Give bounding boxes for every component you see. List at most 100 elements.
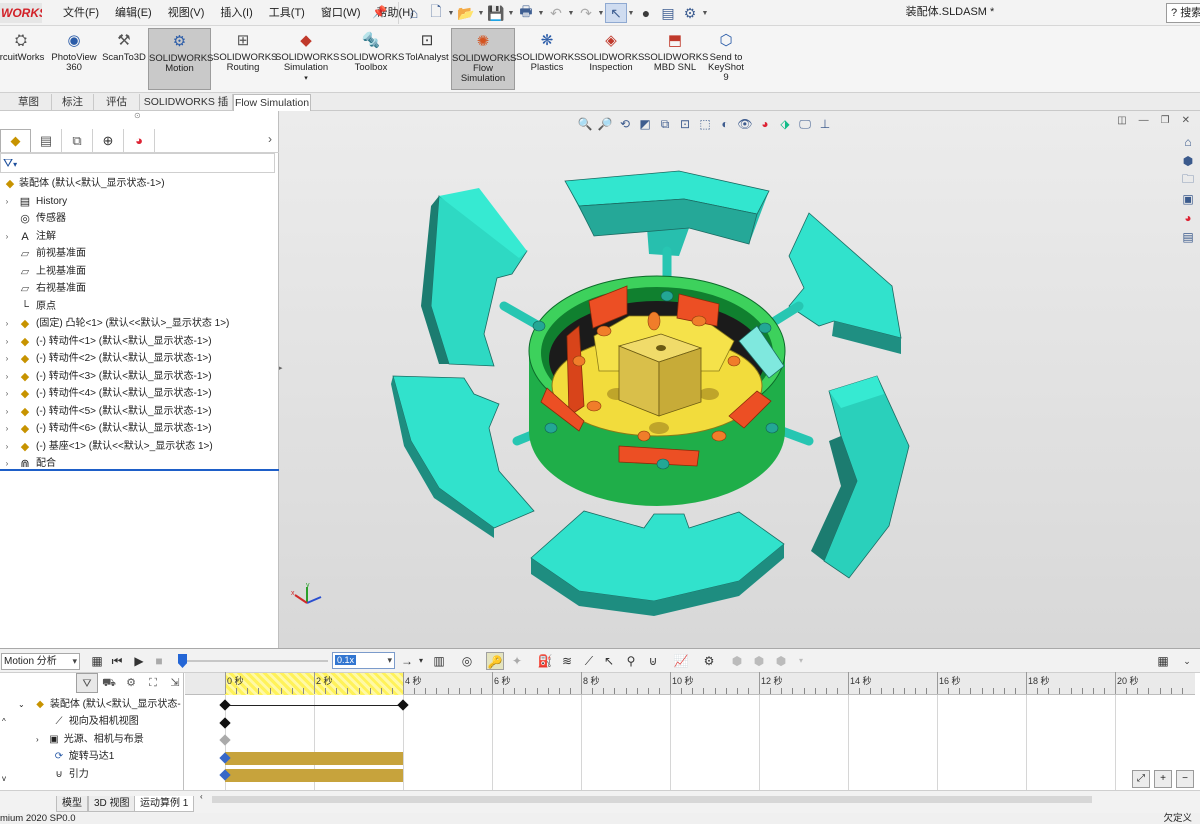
study-type-select[interactable]: Motion 分析	[1, 653, 80, 670]
menu-tools[interactable]: 工具(T)	[261, 0, 313, 26]
tab-sketch[interactable]: 草图	[6, 94, 52, 111]
previous-view-icon[interactable]: ⟲	[615, 114, 635, 134]
traffic-light-icon[interactable]: ●	[635, 3, 657, 23]
zoom-to-fit-icon[interactable]: ⤢	[1132, 770, 1150, 788]
restore-icon[interactable]: ❐	[1161, 115, 1170, 126]
add-key-icon[interactable]: ✦	[508, 652, 526, 670]
stop-icon[interactable]: ■	[150, 652, 168, 670]
chevron-down-icon[interactable]: ▼	[477, 10, 485, 17]
tab-markup[interactable]: 标注	[52, 94, 94, 111]
print-icon[interactable]: 🖶	[515, 3, 537, 23]
tree-item[interactable]: › ◆ (固定) 凸轮<1> (默认<<默认>_显示状态 1>)	[0, 315, 279, 333]
motion-timeline[interactable]: 0 秒2 秒4 秒6 秒8 秒 10 秒 12 秒 14 秒 16 秒 18 秒 20 秒 …	[185, 672, 1200, 790]
tab-flow-simulation[interactable]: Flow Simulation	[233, 94, 311, 111]
playback-speed-select[interactable]: 0.1x	[332, 652, 395, 669]
chevron-right-icon[interactable]: ›	[2, 403, 12, 421]
key-point[interactable]	[219, 734, 231, 746]
tab-motion-study-1[interactable]: 运动算例 1	[134, 796, 195, 812]
redo-icon[interactable]: ↷	[575, 3, 597, 23]
autokey-icon[interactable]: 🔑	[486, 652, 504, 670]
key-point[interactable]	[219, 699, 231, 711]
panel-grip[interactable]: ⊙	[134, 111, 141, 120]
custom-properties-icon[interactable]: ▤	[1178, 228, 1198, 246]
tree-item[interactable]: › ◆ (-) 转动件<1> (默认<默认_显示状态-1>)	[0, 333, 279, 351]
chevron-down-icon[interactable]: ▾	[792, 652, 810, 670]
cyan-segment-right-bottom[interactable]	[811, 375, 910, 579]
menu-view[interactable]: 视图(V)	[160, 0, 213, 26]
chevron-down-icon[interactable]: ⌄	[1178, 652, 1196, 670]
toolbox-button[interactable]: 🔩 SOLIDWORKS Toolbox	[340, 28, 404, 90]
restore-panel-icon[interactable]: ◫	[1117, 115, 1126, 126]
chevron-down-icon[interactable]: ▾	[412, 652, 430, 670]
simulation-setup-icon[interactable]: ⬢	[728, 652, 746, 670]
tree-item[interactable]: › ◆ (-) 转动件<2> (默认<默认_显示状态-1>)	[0, 350, 279, 368]
motion-tree-gravity[interactable]: ⊍ 引力	[52, 766, 88, 784]
appearances-icon[interactable]: ◕	[1178, 209, 1198, 227]
collapse-study-icon[interactable]: ⬢	[772, 652, 790, 670]
mbd-button[interactable]: ⬒ SOLIDWORKS MBD SNL	[644, 28, 708, 90]
new-document-icon[interactable]: 🗋	[425, 3, 447, 23]
tree-item[interactable]: ▱ 前视基准面	[0, 245, 279, 263]
file-properties-icon[interactable]: ▤	[657, 3, 679, 23]
design-library-icon[interactable]: ⬢	[1178, 152, 1198, 170]
play-from-start-icon[interactable]: ⏮	[108, 652, 126, 670]
results-plots-icon[interactable]: 📈	[672, 652, 690, 670]
key-point[interactable]	[219, 717, 231, 729]
timeline-ruler[interactable]: 0 秒 2 秒 4 秒 6 秒 8 秒 10 秒 12 秒 14 秒 16 秒 18 秒 20 秒	[185, 672, 1195, 695]
central-cube[interactable]	[617, 333, 703, 417]
playback-slider-track[interactable]	[183, 660, 328, 662]
tree-item[interactable]: ◎ 传感器	[0, 210, 279, 228]
motor-icon[interactable]: ⛽	[536, 652, 554, 670]
open-folder-icon[interactable]: 📂	[455, 3, 477, 23]
zoom-out-icon[interactable]: −	[1176, 770, 1194, 788]
chevron-right-icon[interactable]: ›	[2, 350, 12, 368]
motion-button[interactable]: ⚙ SOLIDWORKS Motion	[148, 28, 213, 90]
save-icon[interactable]: 💾	[485, 3, 507, 23]
property-manager-tab-icon[interactable]: ▤	[31, 129, 62, 152]
cyan-segment-left-bottom[interactable]	[391, 375, 535, 538]
flow-simulation-button[interactable]: ✺ SOLIDWORKS Flow Simulation	[451, 28, 516, 90]
section-view-icon[interactable]: ◩	[635, 114, 655, 134]
plastics-button[interactable]: ❋ SOLIDWORKS Plastics	[516, 28, 580, 90]
file-explorer-icon[interactable]: 🗀	[1178, 171, 1198, 189]
scrollbar-thumb[interactable]	[212, 796, 1092, 803]
chevron-down-icon[interactable]: ▾	[304, 75, 308, 82]
chevron-right-icon[interactable]: ›	[2, 368, 12, 386]
zoom-in-icon[interactable]: +	[1154, 770, 1172, 788]
motion-tree-view-orientation[interactable]: ⟋ 视向及相机视图	[52, 713, 139, 731]
chevron-right-icon[interactable]: ›	[36, 735, 39, 744]
cyan-segment-bottom[interactable]	[530, 510, 785, 616]
tree-item[interactable]: › ◆ (-) 转动件<6> (默认<默认_显示状态-1>)	[0, 420, 279, 438]
layout-icon[interactable]: ▦	[1154, 652, 1172, 670]
home-icon[interactable]: ⌂	[1178, 133, 1198, 151]
close-icon[interactable]: ✕	[1182, 115, 1190, 126]
inspection-button[interactable]: ◈ SOLIDWORKS Inspection	[580, 28, 644, 90]
scroll-left-icon[interactable]: ‹	[200, 792, 203, 801]
tree-item[interactable]: ▱ 右视基准面	[0, 280, 279, 298]
playback-slider-thumb[interactable]	[178, 654, 187, 668]
chevron-down-icon[interactable]: ▼	[597, 10, 605, 17]
apply-scene-icon[interactable]: ⬗	[775, 114, 795, 134]
force-icon[interactable]: ↖	[600, 652, 618, 670]
chevron-down-icon[interactable]: ▼	[447, 10, 455, 17]
tree-scroll-down-icon[interactable]: v	[2, 770, 6, 788]
chevron-down-icon[interactable]: ▼	[627, 10, 635, 17]
animation-wizard-icon[interactable]: ◎	[458, 652, 476, 670]
chevron-down-icon[interactable]: ▼	[507, 10, 515, 17]
calculate-icon[interactable]: ▦	[88, 652, 106, 670]
graphics-area[interactable]: ▸ 🔍 🔎 ⟲ ◩ ⧉ ⊡ ⬚ ◐ 👁 ◕ ⬗ 🖵 ⊥ ◫ — ❐ ✕ ⌂ ⬢ …	[279, 111, 1200, 648]
chevron-down-icon[interactable]: ▼	[701, 10, 709, 17]
tree-item[interactable]: › ◆ (-) 基座<1> (默认<<默认>_显示状态 1>)	[0, 438, 279, 456]
select-arrow-icon[interactable]: ↖	[605, 3, 627, 23]
scanto3d-button[interactable]: ⚒ ScanTo3D	[101, 28, 147, 90]
feature-tree-tab-icon[interactable]: ◆	[0, 129, 31, 152]
zoom-to-area-icon[interactable]: 🔎	[595, 114, 615, 134]
tree-item[interactable]: └ 原点	[0, 298, 279, 316]
tree-scroll-up-icon[interactable]: ^	[2, 713, 6, 731]
tab-3d-views[interactable]: 3D 视图	[88, 796, 136, 812]
motion-tree-lights[interactable]: › ▣ 光源、相机与布景	[36, 731, 144, 749]
timeline-bar[interactable]	[225, 769, 403, 782]
menu-insert[interactable]: 插入(I)	[212, 0, 260, 26]
help-search-box[interactable]: ? 搜索	[1166, 3, 1200, 23]
pin-icon[interactable]: 📌	[372, 5, 387, 19]
